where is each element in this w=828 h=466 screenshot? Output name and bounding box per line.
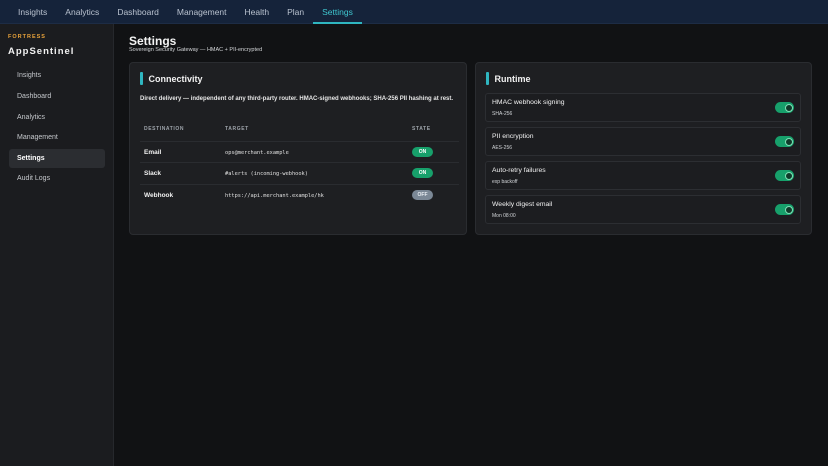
row-target: https://api.merchant.example/hk	[225, 192, 324, 199]
runtime-setting-weekly-digest: Weekly digest email Mon 08:00	[485, 195, 801, 224]
tab-health[interactable]: Health	[236, 0, 279, 23]
connectivity-header: Connectivity	[140, 72, 203, 85]
toggle-switch[interactable]	[775, 170, 794, 181]
card-accent-bar	[486, 72, 489, 85]
sidebar-item-analytics[interactable]: Analytics	[9, 108, 105, 127]
state-toggle-pill[interactable]: ON	[412, 168, 433, 178]
page-subtitle: Sovereign Security Gateway — HMAC + PII-…	[129, 47, 263, 53]
sidebar-item-management[interactable]: Management	[9, 128, 105, 147]
brand-kicker: FORTRESS	[8, 34, 46, 40]
toggle-knob	[784, 103, 793, 112]
setting-sublabel: Mon 08:00	[492, 213, 516, 219]
toggle-knob	[784, 137, 793, 146]
toggle-switch[interactable]	[775, 136, 794, 147]
brand-name: AppSentinel	[8, 46, 75, 57]
setting-sublabel: exp backoff	[492, 179, 518, 185]
setting-label: Weekly digest email	[492, 201, 553, 208]
page-title: Settings	[129, 34, 177, 48]
card-accent-bar	[140, 72, 143, 85]
sidebar-item-audit-logs[interactable]: Audit Logs	[9, 169, 105, 188]
setting-sublabel: SHA-256	[492, 111, 513, 117]
tab-insights[interactable]: Insights	[9, 0, 56, 23]
toggle-switch[interactable]	[775, 102, 794, 113]
toggle-switch[interactable]	[775, 204, 794, 215]
setting-sublabel: AES-256	[492, 145, 513, 151]
setting-label: Auto-retry failures	[492, 167, 546, 174]
connectivity-title: Connectivity	[148, 73, 203, 84]
setting-label: HMAC webhook signing	[492, 99, 565, 106]
tab-management[interactable]: Management	[168, 0, 236, 23]
tab-analytics[interactable]: Analytics	[56, 0, 108, 23]
column-header-destination: DESTINATION	[144, 126, 185, 132]
setting-label: PII encryption	[492, 133, 534, 140]
runtime-card: Runtime HMAC webhook signing SHA-256 PII…	[475, 62, 812, 235]
tab-plan[interactable]: Plan	[278, 0, 313, 23]
row-target: #alerts (incoming-webhook)	[225, 170, 308, 177]
column-header-state: STATE	[412, 126, 431, 132]
tab-settings[interactable]: Settings	[313, 0, 362, 24]
state-toggle-pill[interactable]: OFF	[412, 190, 433, 200]
column-header-target: TARGET	[225, 126, 249, 132]
sidebar-item-dashboard[interactable]: Dashboard	[9, 87, 105, 106]
table-row: Webhook https://api.merchant.example/hk …	[140, 184, 459, 205]
sidebar-item-settings[interactable]: Settings	[9, 149, 105, 168]
runtime-header: Runtime	[486, 72, 531, 85]
connectivity-description: Direct delivery — independent of any thi…	[140, 96, 454, 102]
row-destination: Email	[144, 149, 162, 156]
sidebar-item-insights[interactable]: Insights	[9, 66, 105, 85]
sidebar: FORTRESS AppSentinel Insights Dashboard …	[0, 24, 114, 466]
row-target: ops@merchant.example	[225, 149, 289, 156]
toggle-knob	[784, 171, 793, 180]
runtime-setting-auto-retry: Auto-retry failures exp backoff	[485, 161, 801, 190]
runtime-setting-pii-encryption: PII encryption AES-256	[485, 127, 801, 156]
table-row: Email ops@merchant.example ON	[140, 141, 459, 162]
row-destination: Webhook	[144, 192, 174, 199]
top-nav: Insights Analytics Dashboard Management …	[0, 0, 828, 24]
tab-dashboard[interactable]: Dashboard	[108, 0, 168, 23]
toggle-knob	[784, 205, 793, 214]
runtime-title: Runtime	[494, 73, 531, 84]
table-row: Slack #alerts (incoming-webhook) ON	[140, 162, 459, 183]
row-destination: Slack	[144, 170, 161, 177]
runtime-setting-hmac-signing: HMAC webhook signing SHA-256	[485, 93, 801, 122]
connectivity-card: Connectivity Direct delivery — independe…	[129, 62, 467, 235]
state-toggle-pill[interactable]: ON	[412, 147, 433, 157]
